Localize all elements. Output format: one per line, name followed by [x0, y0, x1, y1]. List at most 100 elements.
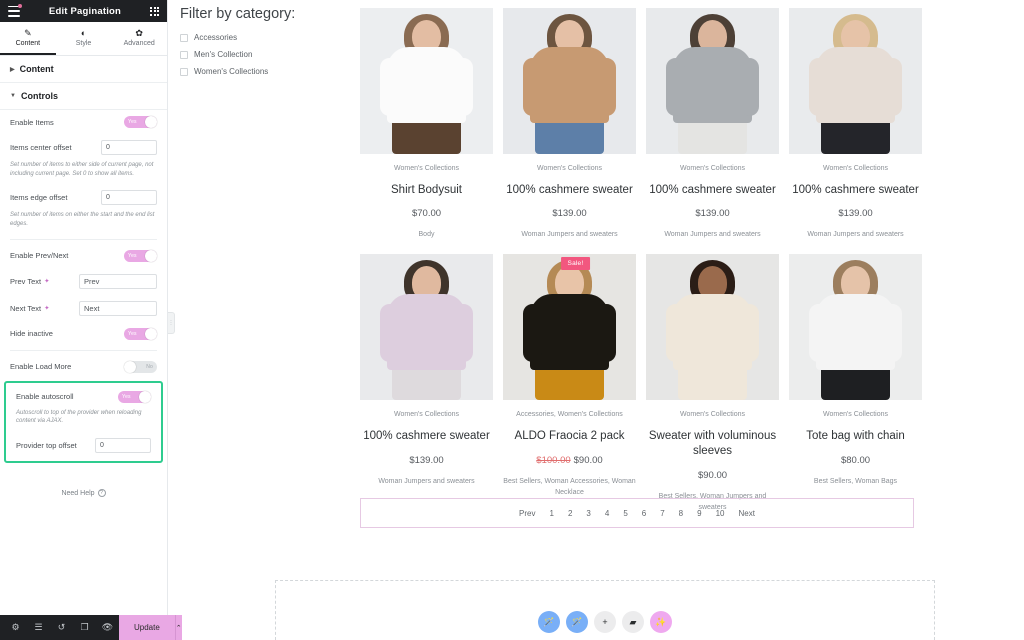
product-title[interactable]: 100% cashmere sweater	[789, 183, 922, 198]
control-enable-load-more: Enable Load More No	[0, 355, 167, 379]
pagination-page-9[interactable]: 9	[697, 509, 701, 518]
product-price: $139.00	[838, 208, 873, 220]
product-price: $100.00 $90.00	[503, 455, 636, 466]
dynamic-tags-icon[interactable]: ✦	[44, 277, 49, 285]
items-center-offset-input[interactable]	[101, 140, 157, 155]
product-card[interactable]: Women's Collections Sweater with volumin…	[646, 254, 779, 513]
autoscroll-highlight-group: Enable autoscroll Yes Autoscroll to top …	[4, 380, 163, 464]
product-grid-row-2: Women's Collections 100% cashmere sweate…	[360, 254, 922, 513]
pagination-page-5[interactable]: 5	[623, 509, 627, 518]
section-content[interactable]: ▶ Content	[0, 56, 167, 83]
filter-item-label: Men's Collection	[194, 50, 253, 59]
update-options-chevron-up-icon[interactable]: ⌃	[174, 615, 182, 640]
enable-load-more-toggle[interactable]: No	[124, 360, 157, 373]
checkbox-icon[interactable]	[180, 33, 188, 42]
apps-grid-icon[interactable]	[150, 6, 159, 16]
product-title[interactable]: 100% cashmere sweater	[360, 429, 493, 444]
need-help-link[interactable]: Need Help ?	[0, 489, 167, 498]
section-controls[interactable]: ▼ Controls	[0, 83, 167, 110]
product-image[interactable]	[789, 254, 922, 401]
product-card[interactable]: Women's Collections Shirt Bodysuit $70.0…	[360, 8, 493, 241]
filter-item-accessories[interactable]: Accessories	[180, 33, 358, 42]
tab-content-label: Content	[15, 39, 41, 47]
product-photo-art	[646, 8, 779, 154]
elementor-editor: Edit Pagination ✎ Content ◐ Style ✿ Adva…	[0, 0, 1024, 640]
product-title[interactable]: Tote bag with chain	[789, 429, 922, 444]
panel-resize-handle[interactable]: ⋮	[168, 312, 175, 334]
navigator-layers-icon[interactable]: ☰	[27, 615, 50, 640]
hide-inactive-toggle-value: Yes	[128, 330, 137, 337]
filter-item-label: Accessories	[194, 33, 238, 42]
dynamic-tags-icon[interactable]: ✦	[44, 304, 49, 312]
product-card[interactable]: Women's Collections 100% cashmere sweate…	[360, 254, 493, 513]
hide-inactive-toggle[interactable]: Yes	[124, 327, 157, 340]
divider	[10, 238, 157, 240]
section-controls-label: Controls	[20, 91, 58, 101]
filter-item-mens-collection[interactable]: Men's Collection	[180, 50, 358, 59]
product-photo-art	[503, 254, 636, 401]
magic-wand-icon[interactable]: 🪄	[566, 611, 588, 633]
hamburger-menu-icon[interactable]	[8, 3, 22, 17]
preview-eye-icon[interactable]: 👁	[96, 615, 119, 640]
product-title[interactable]: 100% cashmere sweater	[646, 183, 779, 198]
responsive-mode-icon[interactable]: ❐	[73, 615, 96, 640]
product-card[interactable]: Women's Collections 100% cashmere sweate…	[789, 8, 922, 241]
magic-wand-icon[interactable]: 🪄	[538, 611, 560, 633]
tab-advanced[interactable]: ✿ Advanced	[111, 22, 167, 55]
pagination-page-8[interactable]: 8	[679, 509, 683, 518]
enable-autoscroll-toggle[interactable]: Yes	[118, 390, 151, 403]
next-text-input[interactable]	[79, 300, 157, 316]
tab-content[interactable]: ✎ Content	[0, 22, 56, 55]
filter-item-womens-collections[interactable]: Women's Collections	[180, 67, 358, 76]
pagination-page-7[interactable]: 7	[660, 509, 664, 518]
pagination-page-3[interactable]: 3	[586, 509, 590, 518]
divider	[10, 349, 157, 351]
product-image[interactable]	[646, 254, 779, 401]
pagination-page-1[interactable]: 1	[550, 509, 554, 518]
product-image[interactable]: Sale!	[503, 254, 636, 401]
prev-text-input[interactable]	[79, 273, 157, 289]
product-image[interactable]	[360, 8, 493, 154]
product-title[interactable]: 100% cashmere sweater	[503, 183, 636, 198]
product-card[interactable]: Women's Collections 100% cashmere sweate…	[646, 8, 779, 241]
pagination-next[interactable]: Next	[738, 509, 754, 518]
update-button[interactable]: Update	[119, 615, 175, 640]
product-image[interactable]	[360, 254, 493, 401]
product-card[interactable]: Women's Collections 100% cashmere sweate…	[503, 8, 636, 241]
product-image[interactable]	[646, 8, 779, 154]
tab-advanced-label: Advanced	[123, 39, 155, 47]
product-image[interactable]	[503, 8, 636, 154]
pagination-page-2[interactable]: 2	[568, 509, 572, 518]
product-category: Women's Collections	[393, 411, 459, 419]
prev-text-label-text: Prev Text	[10, 276, 42, 286]
product-title[interactable]: Shirt Bodysuit	[360, 183, 493, 198]
product-tags: Body	[418, 231, 435, 239]
settings-gear-icon[interactable]: ⚙	[4, 615, 27, 640]
enable-prev-next-toggle[interactable]: Yes	[124, 249, 157, 262]
elementor-panel: Edit Pagination ✎ Content ◐ Style ✿ Adva…	[0, 0, 182, 640]
checkbox-icon[interactable]	[180, 67, 188, 76]
folder-icon[interactable]: ▰	[622, 611, 644, 633]
enable-items-toggle[interactable]: Yes	[124, 116, 157, 128]
product-title[interactable]: Sweater with voluminous sleeves	[646, 429, 779, 459]
ai-sparkle-icon[interactable]: ✨	[650, 611, 672, 633]
product-card[interactable]: Women's Collections Tote bag with chain …	[789, 254, 922, 513]
question-mark-icon: ?	[97, 489, 106, 498]
product-card[interactable]: Sale! Accessories, Women's Collections A…	[503, 254, 636, 513]
product-image[interactable]	[789, 8, 922, 154]
plus-icon[interactable]: +	[594, 611, 616, 633]
panel-footer-icons: ⚙ ☰ ↺ ❐ 👁	[0, 615, 119, 640]
panel-tabs: ✎ Content ◐ Style ✿ Advanced	[0, 22, 167, 56]
items-edge-offset-input[interactable]	[101, 190, 157, 206]
product-title[interactable]: ALDO Fraocia 2 pack	[503, 429, 636, 444]
provider-top-offset-input[interactable]	[95, 438, 151, 454]
pagination-page-6[interactable]: 6	[642, 509, 646, 518]
history-clock-icon[interactable]: ↺	[50, 615, 73, 640]
hide-inactive-label: Hide inactive	[10, 329, 53, 339]
pagination-page-10[interactable]: 10	[716, 509, 725, 518]
pagination-page-4[interactable]: 4	[605, 509, 609, 518]
add-element-toolbar: 🪄 🪄 + ▰ ✨	[538, 611, 672, 633]
tab-style[interactable]: ◐ Style	[56, 22, 112, 55]
checkbox-icon[interactable]	[180, 50, 188, 59]
pagination-prev[interactable]: Prev	[519, 509, 535, 518]
